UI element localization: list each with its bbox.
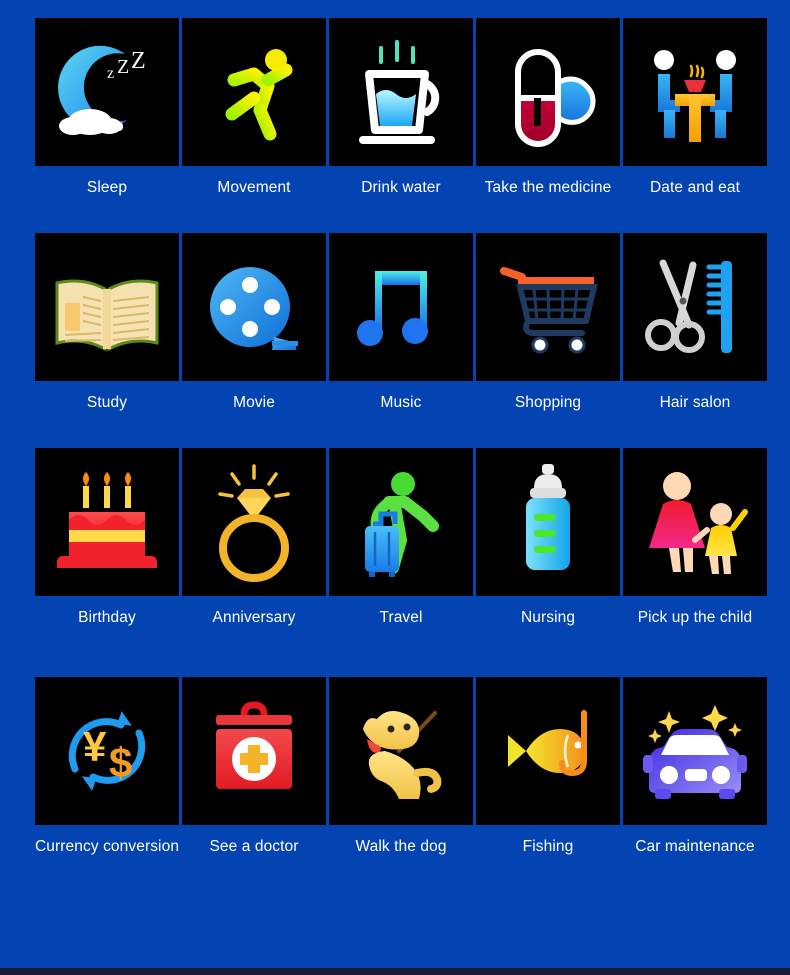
- grid-cell-shopping[interactable]: Shopping: [476, 233, 620, 412]
- tile-take-the-medicine[interactable]: [476, 18, 620, 166]
- tile-music[interactable]: [329, 233, 473, 381]
- tile-anniversary[interactable]: [182, 448, 326, 596]
- tile-label: Sleep: [86, 179, 128, 196]
- music-note-icon: [357, 271, 428, 346]
- tile-label: Car maintenance: [635, 838, 755, 855]
- tile-movie[interactable]: [182, 233, 326, 381]
- tile-drink-water[interactable]: [329, 18, 473, 166]
- dog-leash-icon: [363, 711, 442, 799]
- fish-hook-icon: [508, 710, 587, 777]
- tile-sleep[interactable]: z Z Z: [35, 18, 179, 166]
- svg-text:Z: Z: [131, 48, 146, 74]
- grid-cell-pick-up-the-child[interactable]: Pick up the child: [623, 448, 767, 627]
- svg-text:Z: Z: [117, 56, 129, 78]
- birthday-cake-icon: [57, 472, 157, 568]
- traveler-suitcase-icon: [365, 472, 439, 577]
- grid-cell-drink-water[interactable]: Drink water: [329, 18, 473, 197]
- tile-label: Shopping: [514, 394, 582, 411]
- water-glass-icon: [359, 40, 440, 144]
- tile-label: Take the medicine: [484, 179, 612, 196]
- grid-cell-travel[interactable]: Travel: [329, 448, 473, 627]
- grid-cell-movement[interactable]: Movement: [182, 18, 326, 197]
- baby-bottle-icon: [526, 464, 570, 570]
- tile-label: Walk the dog: [355, 838, 447, 855]
- tile-date-and-eat[interactable]: [623, 18, 767, 166]
- tile-currency-conversion[interactable]: ¥ $: [35, 677, 179, 825]
- tile-see-a-doctor[interactable]: [182, 677, 326, 825]
- tile-label: Anniversary: [212, 609, 296, 626]
- scissors-comb-icon: [645, 259, 732, 353]
- grid-cell-birthday[interactable]: Birthday: [35, 448, 179, 627]
- parent-and-child-icon: [649, 472, 748, 574]
- tile-label: Movie: [233, 394, 275, 411]
- grid-cell-fishing[interactable]: Fishing: [476, 677, 620, 856]
- tile-label: Birthday: [78, 609, 136, 626]
- tile-label: Currency conversion: [35, 838, 180, 855]
- tile-label: Drink water: [361, 179, 441, 196]
- tile-study[interactable]: [35, 233, 179, 381]
- grid-cell-car-maintenance[interactable]: Car maintenance: [623, 677, 767, 856]
- running-person-icon: [225, 49, 293, 141]
- grid-cell-hair-salon[interactable]: Hair salon: [623, 233, 767, 412]
- tile-label: Pick up the child: [637, 609, 753, 626]
- tile-label: See a doctor: [209, 838, 299, 855]
- first-aid-kit-icon: [216, 701, 292, 789]
- tile-label: Hair salon: [659, 394, 731, 411]
- tile-walk-the-dog[interactable]: [329, 677, 473, 825]
- grid-cell-music[interactable]: Music: [329, 233, 473, 412]
- tile-label: Date and eat: [650, 179, 740, 196]
- film-reel-icon: [210, 267, 298, 350]
- tile-fishing[interactable]: [476, 677, 620, 825]
- grid-cell-study[interactable]: Study: [35, 233, 179, 412]
- tile-label: Travel: [379, 609, 423, 626]
- tile-birthday[interactable]: [35, 448, 179, 596]
- grid-cell-nursing[interactable]: Nursing: [476, 448, 620, 627]
- moon-zzz-icon: z Z Z: [58, 45, 146, 135]
- two-people-dining-icon: [654, 50, 736, 142]
- icon-gallery-page: z Z Z Sleep Movement Drink water Take th…: [0, 0, 790, 975]
- tile-label: Music: [380, 394, 422, 411]
- open-book-icon: [55, 279, 159, 352]
- tile-car-maintenance[interactable]: [623, 677, 767, 825]
- grid-cell-date-and-eat[interactable]: Date and eat: [623, 18, 767, 197]
- tile-movement[interactable]: [182, 18, 326, 166]
- tile-pick-up-the-child[interactable]: [623, 448, 767, 596]
- grid-cell-walk-the-dog[interactable]: Walk the dog: [329, 677, 473, 856]
- pills-capsule-icon: [515, 49, 596, 147]
- tile-nursing[interactable]: [476, 448, 620, 596]
- tile-label: Fishing: [522, 838, 574, 855]
- shopping-cart-icon: [500, 267, 598, 354]
- currency-exchange-icon: ¥ $: [68, 711, 146, 791]
- svg-text:¥: ¥: [83, 723, 107, 770]
- grid-cell-see-a-doctor[interactable]: See a doctor: [182, 677, 326, 856]
- diamond-ring-icon: [218, 464, 290, 582]
- svg-text:$: $: [109, 739, 132, 786]
- sparkling-car-icon: [643, 705, 747, 799]
- icon-grid: z Z Z Sleep Movement Drink water Take th…: [35, 18, 768, 856]
- grid-cell-currency-conversion[interactable]: ¥ $ Currency conversion: [35, 677, 179, 856]
- bottom-edge-bar: [0, 968, 790, 975]
- tile-label: Study: [86, 394, 128, 411]
- tile-hair-salon[interactable]: [623, 233, 767, 381]
- grid-cell-anniversary[interactable]: Anniversary: [182, 448, 326, 627]
- tile-shopping[interactable]: [476, 233, 620, 381]
- grid-cell-sleep[interactable]: z Z Z Sleep: [35, 18, 179, 197]
- grid-cell-movie[interactable]: Movie: [182, 233, 326, 412]
- svg-text:z: z: [107, 65, 114, 82]
- tile-label: Movement: [217, 179, 291, 196]
- tile-travel[interactable]: [329, 448, 473, 596]
- tile-label: Nursing: [520, 609, 576, 626]
- grid-cell-take-the-medicine[interactable]: Take the medicine: [476, 18, 620, 197]
